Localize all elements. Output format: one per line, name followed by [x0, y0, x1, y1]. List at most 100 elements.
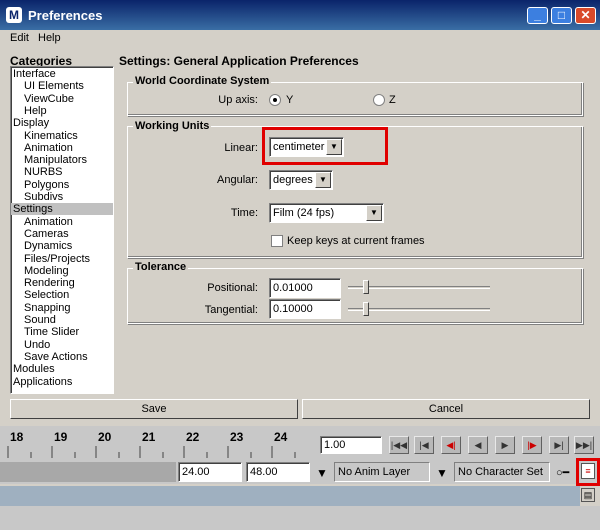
- category-item[interactable]: Help: [11, 105, 113, 117]
- tangential-slider-track[interactable]: [348, 308, 490, 311]
- current-frame-field[interactable]: 1.00: [320, 436, 382, 454]
- save-button[interactable]: Save: [10, 399, 298, 419]
- working-units-title: Working Units: [133, 120, 212, 132]
- angular-label: Angular:: [217, 174, 258, 186]
- step-forward-frame-icon[interactable]: ▶|: [549, 436, 569, 454]
- go-to-end-icon[interactable]: ▶▶|: [574, 436, 594, 454]
- play-backwards-icon[interactable]: ◀: [468, 436, 488, 454]
- category-item[interactable]: Subdivs: [11, 191, 113, 203]
- category-item[interactable]: UI Elements: [11, 80, 113, 92]
- category-item[interactable]: Files/Projects: [11, 253, 113, 265]
- step-forward-key-icon[interactable]: |▶: [522, 436, 542, 454]
- anim-layer-field[interactable]: No Anim Layer: [334, 462, 430, 482]
- world-coordinate-group: [127, 82, 583, 116]
- category-item[interactable]: Animation: [11, 142, 113, 154]
- menu-edit[interactable]: Edit: [10, 32, 29, 44]
- cancel-button[interactable]: Cancel: [302, 399, 590, 419]
- tolerance-title: Tolerance: [133, 261, 189, 273]
- character-set-field[interactable]: No Character Set: [454, 462, 550, 482]
- character-set-arrow-icon[interactable]: ▼: [436, 466, 448, 480]
- category-item[interactable]: Kinematics: [11, 130, 113, 142]
- category-item[interactable]: Snapping: [11, 302, 113, 314]
- tangential-field[interactable]: 0.10000: [269, 299, 341, 319]
- category-item[interactable]: Save Actions: [11, 351, 113, 363]
- go-to-start-icon[interactable]: |◀◀: [389, 436, 409, 454]
- time-value: Film (24 fps): [273, 207, 335, 219]
- range-slider-bar[interactable]: [0, 462, 176, 482]
- up-axis-label: Up axis:: [218, 94, 258, 106]
- up-axis-z-radio[interactable]: [373, 94, 385, 106]
- positional-slider-track[interactable]: [348, 286, 490, 289]
- angular-value: degrees: [273, 174, 313, 186]
- time-dropdown[interactable]: Film (24 fps) ▼: [269, 203, 384, 223]
- time-label: Time:: [230, 207, 258, 219]
- settings-title: Settings: General Application Preference…: [119, 54, 359, 68]
- menu-help[interactable]: Help: [38, 32, 61, 44]
- tangential-label: Tangential:: [204, 304, 258, 316]
- dropdown-arrow-icon: ▼: [315, 172, 331, 188]
- angular-dropdown[interactable]: degrees ▼: [269, 170, 333, 190]
- timeline-tick: 20: [98, 430, 112, 444]
- range-end-field[interactable]: 24.00: [178, 462, 242, 482]
- step-back-key-icon[interactable]: ◀|: [441, 436, 461, 454]
- timeline-tick: 24: [274, 430, 288, 444]
- category-item[interactable]: Selection: [11, 289, 113, 301]
- category-item[interactable]: Settings: [11, 203, 113, 216]
- categories-list[interactable]: Interface UI Elements ViewCube Help Display K…: [10, 66, 114, 394]
- maximize-button[interactable]: □: [551, 7, 572, 24]
- category-item[interactable]: Undo: [11, 339, 113, 351]
- command-line-bar[interactable]: [0, 486, 580, 506]
- dropdown-arrow-icon: ▼: [366, 205, 382, 221]
- time-slider[interactable]: [0, 426, 316, 458]
- timeline-tick: 21: [142, 430, 156, 444]
- category-item[interactable]: ViewCube: [11, 93, 113, 105]
- minimize-button[interactable]: _: [527, 7, 548, 24]
- tangential-slider-thumb[interactable]: [363, 302, 369, 316]
- up-axis-y-label: Y: [286, 94, 294, 106]
- positional-field[interactable]: 0.01000: [269, 278, 341, 298]
- category-item[interactable]: Polygons: [11, 179, 113, 191]
- category-item[interactable]: Manipulators: [11, 154, 113, 166]
- category-item[interactable]: Modeling: [11, 265, 113, 277]
- positional-slider-thumb[interactable]: [363, 280, 369, 294]
- category-item[interactable]: Cameras: [11, 228, 113, 240]
- window-title: Preferences: [28, 8, 103, 23]
- category-item[interactable]: Dynamics: [11, 240, 113, 252]
- keep-keys-label: Keep keys at current frames: [287, 235, 425, 247]
- play-forwards-icon[interactable]: ▶: [495, 436, 515, 454]
- category-item[interactable]: NURBS: [11, 166, 113, 178]
- keep-keys-checkbox[interactable]: [271, 235, 283, 247]
- title-bar: M Preferences _ □ ✕: [0, 0, 600, 30]
- category-item[interactable]: Rendering: [11, 277, 113, 289]
- category-item[interactable]: Modules: [11, 363, 113, 375]
- world-coordinate-title: World Coordinate System: [133, 75, 272, 87]
- help-line-bar: [0, 506, 600, 530]
- category-item[interactable]: Applications: [11, 376, 113, 388]
- category-item[interactable]: Interface: [11, 68, 113, 80]
- key-icon[interactable]: ○━: [556, 466, 569, 479]
- category-item[interactable]: Animation: [11, 216, 113, 228]
- script-editor-icon[interactable]: ▤: [581, 488, 595, 502]
- up-axis-z-label: Z: [389, 94, 396, 106]
- menu-bar: Edit Help: [0, 30, 600, 48]
- up-axis-y-radio[interactable]: [269, 94, 281, 106]
- dropdown-arrow-icon: ▼: [326, 139, 342, 155]
- time-slider-ticks: [7, 446, 296, 458]
- timeline-tick: 19: [54, 430, 68, 444]
- anim-layer-arrow-icon[interactable]: ▼: [316, 466, 328, 480]
- category-item[interactable]: Display: [11, 117, 113, 129]
- timeline-tick: 18: [10, 430, 24, 444]
- close-button[interactable]: ✕: [575, 7, 596, 24]
- step-back-frame-icon[interactable]: |◀: [414, 436, 434, 454]
- linear-value: centimeter: [273, 141, 325, 153]
- timeline-tick: 23: [230, 430, 244, 444]
- category-item[interactable]: Sound: [11, 314, 113, 326]
- anim-end-field[interactable]: 48.00: [246, 462, 310, 482]
- timeline-tick: 22: [186, 430, 200, 444]
- linear-label: Linear:: [224, 142, 258, 154]
- maya-app-icon: M: [6, 7, 22, 23]
- linear-dropdown[interactable]: centimeter ▼: [269, 137, 344, 157]
- positional-label: Positional:: [207, 282, 258, 294]
- category-item[interactable]: Time Slider: [11, 326, 113, 338]
- animation-preferences-icon[interactable]: ≡: [581, 463, 595, 479]
